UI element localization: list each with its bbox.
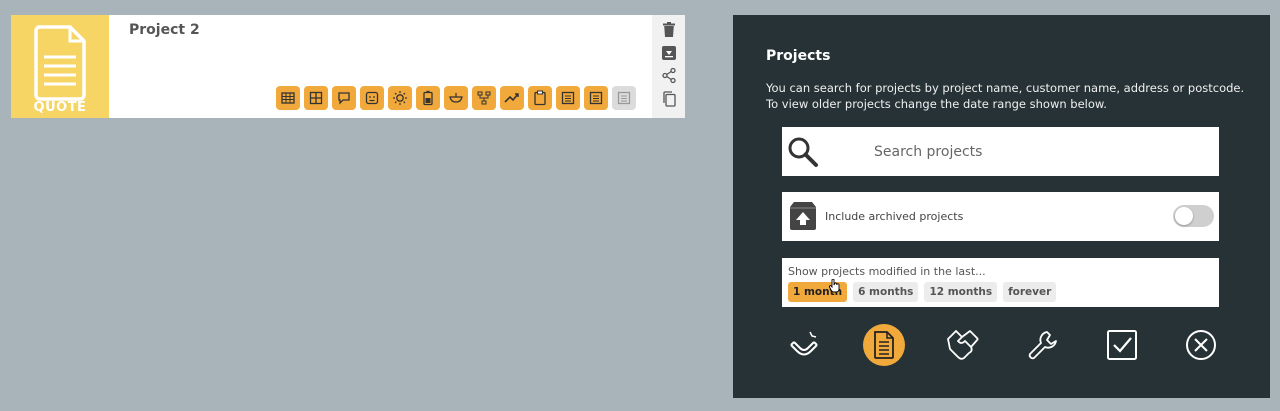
battery-icon xyxy=(423,90,433,106)
hierarchy-icon xyxy=(477,91,491,105)
project-card-body: Project 2 xyxy=(109,15,652,118)
tool-bowl[interactable] xyxy=(444,86,468,110)
trend-icon xyxy=(504,93,519,103)
wrench-icon xyxy=(1028,331,1057,360)
project-thumbnail[interactable]: QUOTE xyxy=(11,15,109,118)
copy-icon xyxy=(662,90,676,107)
close-circle-icon xyxy=(1186,330,1216,360)
panel-description: You can search for projects by project n… xyxy=(766,81,1245,111)
face-icon xyxy=(365,91,379,105)
tool-battery[interactable] xyxy=(416,86,440,110)
nav-completed-button[interactable] xyxy=(1101,324,1143,366)
copy-button[interactable] xyxy=(659,89,679,108)
tool-document-1[interactable] xyxy=(556,86,580,110)
sun-icon xyxy=(393,91,407,105)
tool-window-grid[interactable] xyxy=(304,86,328,110)
panel-nav xyxy=(782,324,1219,368)
nav-lost-button[interactable] xyxy=(1180,324,1222,366)
speech-bubble-icon xyxy=(338,92,350,105)
project-title[interactable]: Project 2 xyxy=(129,22,200,38)
projects-panel: Projects You can search for projects by … xyxy=(733,15,1270,398)
document-icon xyxy=(561,91,575,105)
archive-upload-icon xyxy=(790,202,816,230)
bowl-icon xyxy=(449,93,463,103)
document-icon xyxy=(589,91,603,105)
archive-button[interactable] xyxy=(659,43,679,62)
tool-hierarchy[interactable] xyxy=(472,86,496,110)
archive-box: Include archived projects xyxy=(782,192,1219,241)
range-label: Show projects modified in the last... xyxy=(788,265,986,278)
tool-document-2[interactable] xyxy=(584,86,608,110)
tool-document-3[interactable] xyxy=(612,86,636,110)
handshake-icon xyxy=(947,330,979,360)
range-option-6-months[interactable]: 6 months xyxy=(853,282,919,302)
document-icon xyxy=(34,25,86,101)
search-icon xyxy=(788,137,818,167)
checkbox-icon xyxy=(1107,330,1137,360)
panel-title: Projects xyxy=(766,48,831,64)
date-range-box: Show projects modified in the last... 1 … xyxy=(782,258,1219,307)
share-button[interactable] xyxy=(659,66,679,85)
nav-jobs-button[interactable] xyxy=(1022,324,1064,366)
range-option-12-months[interactable]: 12 months xyxy=(924,282,998,302)
building-grid-icon xyxy=(281,92,295,104)
project-type-label: QUOTE xyxy=(33,100,87,115)
document-icon xyxy=(617,91,631,105)
clipboard-icon xyxy=(534,90,546,106)
tool-face[interactable] xyxy=(360,86,384,110)
tool-clipboard[interactable] xyxy=(528,86,552,110)
archive-toggle[interactable] xyxy=(1173,205,1214,227)
project-actions xyxy=(652,15,685,118)
tool-speech-bubble[interactable] xyxy=(332,86,356,110)
nav-quotes-button[interactable] xyxy=(863,324,905,366)
nav-deals-button[interactable] xyxy=(942,324,984,366)
range-option-forever[interactable]: forever xyxy=(1003,282,1057,302)
nav-leads-button[interactable] xyxy=(782,324,824,366)
project-card[interactable]: QUOTE Project 2 xyxy=(11,15,685,118)
archive-label: Include archived projects xyxy=(825,210,964,223)
tool-trend[interactable] xyxy=(500,86,524,110)
quote-document-icon xyxy=(874,331,894,359)
search-box[interactable] xyxy=(782,127,1219,176)
trash-icon xyxy=(662,22,675,37)
tool-building-grid[interactable] xyxy=(276,86,300,110)
magnet-icon xyxy=(790,331,818,356)
delete-button[interactable] xyxy=(659,20,679,39)
tool-sun[interactable] xyxy=(388,86,412,110)
toggle-knob xyxy=(1175,207,1193,225)
project-tool-row xyxy=(276,86,636,110)
window-grid-icon xyxy=(309,91,323,105)
archive-icon xyxy=(661,45,676,60)
search-input[interactable] xyxy=(872,139,1206,165)
share-icon xyxy=(661,68,676,83)
hand-cursor-icon xyxy=(829,279,840,293)
